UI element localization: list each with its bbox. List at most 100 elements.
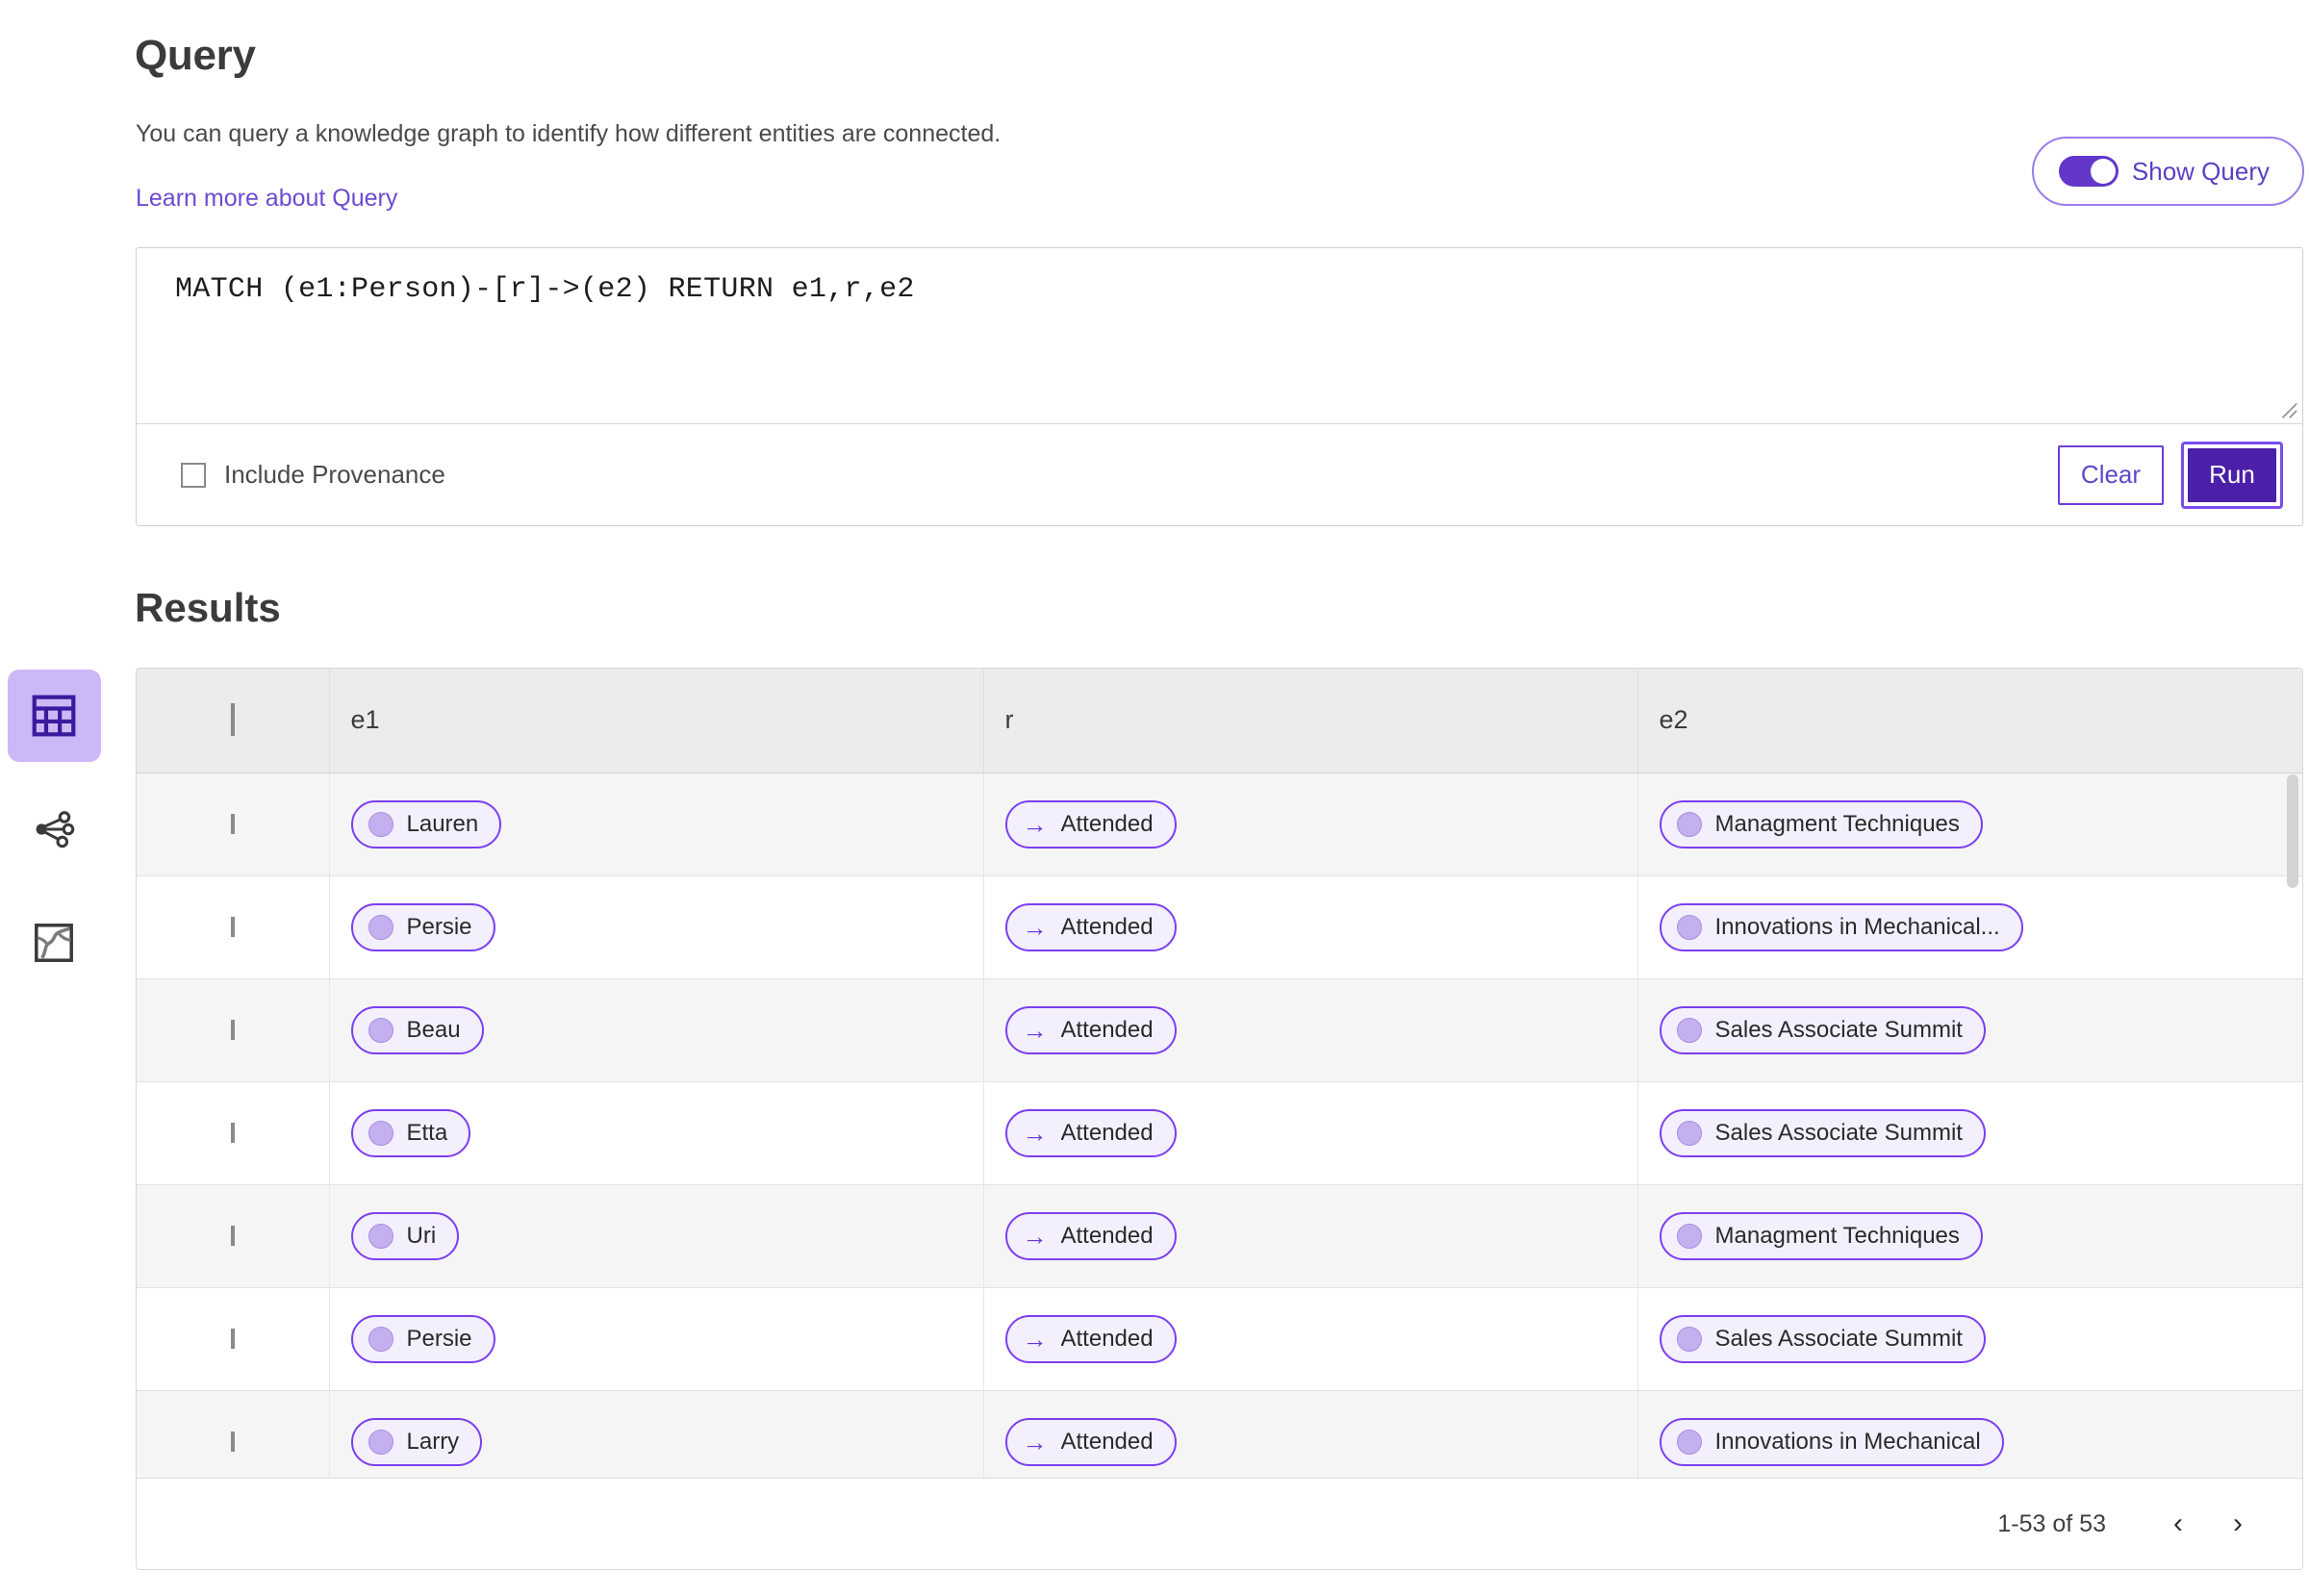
include-provenance-checkbox[interactable]: Include Provenance xyxy=(181,460,445,490)
table-row[interactable]: Uri → Attended Managment Techniques xyxy=(137,1184,2302,1288)
learn-more-link[interactable]: Learn more about Query xyxy=(136,185,397,213)
table-row[interactable]: Beau → Attended Sales Associate Summit xyxy=(137,978,2302,1082)
query-text: MATCH (e1:Person)-[r]->(e2) RETURN e1,r,… xyxy=(175,273,915,306)
graph-network-icon xyxy=(33,809,75,849)
row-select-cell xyxy=(137,875,330,979)
next-page-button[interactable]: › xyxy=(2208,1494,2268,1554)
row-checkbox[interactable] xyxy=(230,1328,235,1349)
entity-dot-icon xyxy=(368,1120,393,1146)
entity-chip[interactable]: Uri xyxy=(350,1211,460,1260)
entity-chip[interactable]: Persie xyxy=(350,902,495,951)
table-row[interactable]: Larry → Attended Innovations in Mechanic… xyxy=(137,1390,2302,1480)
row-checkbox[interactable] xyxy=(230,1431,235,1452)
cell-r: → Attended xyxy=(983,773,1638,876)
entity-chip[interactable]: Managment Techniques xyxy=(1659,1211,1983,1260)
cell-e2: Sales Associate Summit xyxy=(1637,1081,2302,1185)
arrow-right-icon: → xyxy=(1022,1221,1048,1251)
scrollbar-thumb[interactable] xyxy=(2287,774,2298,888)
entity-chip[interactable]: Etta xyxy=(350,1108,471,1157)
entity-label: Persie xyxy=(406,913,472,940)
arrow-right-icon: → xyxy=(1022,1427,1048,1457)
table-row[interactable]: Persie → Attended Sales Associate Summit xyxy=(137,1287,2302,1391)
column-header-e2[interactable]: e2 xyxy=(1637,669,2302,773)
show-query-toggle[interactable]: Show Query xyxy=(2031,137,2304,206)
table-row[interactable]: Lauren → Attended Managment Techniques xyxy=(137,773,2302,876)
cell-e1: Beau xyxy=(329,978,984,1082)
select-all-checkbox[interactable] xyxy=(230,703,235,737)
entity-chip[interactable]: Innovations in Mechanical xyxy=(1659,1417,2004,1466)
row-checkbox[interactable] xyxy=(230,1019,235,1040)
results-title: Results xyxy=(135,585,281,630)
entity-label: Managment Techniques xyxy=(1714,810,1960,837)
entity-chip[interactable]: Beau xyxy=(350,1005,484,1054)
run-button[interactable]: Run xyxy=(2188,447,2276,502)
entity-dot-icon xyxy=(368,1017,393,1043)
table-header-row: e1 r e2 xyxy=(137,669,2302,773)
row-checkbox[interactable] xyxy=(230,916,235,937)
entity-dot-icon xyxy=(368,914,393,940)
query-page: Query You can query a knowledge graph to… xyxy=(0,0,2309,1596)
relation-label: Attended xyxy=(1060,913,1154,940)
relation-chip[interactable]: → Attended xyxy=(1004,1005,1177,1054)
clear-button[interactable]: Clear xyxy=(2058,444,2164,505)
cell-r: → Attended xyxy=(983,1184,1638,1288)
column-header-r[interactable]: r xyxy=(983,669,1638,773)
row-checkbox[interactable] xyxy=(230,1225,235,1246)
cell-e1: Uri xyxy=(329,1184,984,1288)
table-row[interactable]: Etta → Attended Sales Associate Summit xyxy=(137,1081,2302,1185)
cell-e2: Innovations in Mechanical xyxy=(1637,1390,2302,1480)
sidebar-item-table-view[interactable] xyxy=(7,670,101,762)
table-header: e1 r e2 xyxy=(137,669,2302,773)
pagination-bar: 1-53 of 53 ‹ › xyxy=(137,1478,2302,1569)
table-icon xyxy=(32,695,76,737)
column-header-e1[interactable]: e1 xyxy=(329,669,984,773)
entity-chip[interactable]: Sales Associate Summit xyxy=(1659,1314,1986,1363)
relation-chip[interactable]: → Attended xyxy=(1004,1417,1177,1466)
row-checkbox[interactable] xyxy=(230,813,235,834)
entity-label: Etta xyxy=(406,1119,448,1146)
row-select-cell xyxy=(137,1390,330,1480)
table-row[interactable]: Persie → Attended Innovations in Mechani… xyxy=(137,875,2302,979)
results-table-viewport: e1 r e2 Lauren → Attended Managment Tech… xyxy=(137,669,2302,1480)
cell-e1: Persie xyxy=(329,1287,984,1391)
entity-label: Sales Associate Summit xyxy=(1714,1016,1963,1043)
toggle-switch[interactable] xyxy=(2058,156,2119,187)
entity-chip[interactable]: Lauren xyxy=(350,799,502,849)
previous-page-button[interactable]: ‹ xyxy=(2148,1494,2208,1554)
entity-dot-icon xyxy=(1676,1429,1702,1455)
entity-label: Beau xyxy=(406,1016,461,1043)
row-checkbox[interactable] xyxy=(230,1122,235,1143)
entity-chip[interactable]: Sales Associate Summit xyxy=(1659,1108,1986,1157)
relation-chip[interactable]: → Attended xyxy=(1004,902,1177,951)
results-panel: e1 r e2 Lauren → Attended Managment Tech… xyxy=(136,668,2303,1570)
entity-chip[interactable]: Managment Techniques xyxy=(1659,799,1983,849)
cell-r: → Attended xyxy=(983,1287,1638,1391)
entity-label: Managment Techniques xyxy=(1714,1222,1960,1249)
sidebar-item-map-view[interactable] xyxy=(8,897,101,989)
resize-handle-icon[interactable] xyxy=(2277,398,2298,419)
entity-chip[interactable]: Larry xyxy=(350,1417,483,1466)
entity-chip[interactable]: Persie xyxy=(350,1314,495,1363)
relation-chip[interactable]: → Attended xyxy=(1004,1314,1177,1363)
row-select-cell xyxy=(137,1184,330,1288)
cell-e2: Sales Associate Summit xyxy=(1637,1287,2302,1391)
entity-dot-icon xyxy=(1676,811,1702,837)
entity-chip[interactable]: Innovations in Mechanical... xyxy=(1659,902,2023,951)
relation-chip[interactable]: → Attended xyxy=(1004,799,1177,849)
row-select-cell xyxy=(137,1287,330,1391)
arrow-right-icon: → xyxy=(1022,809,1048,839)
sidebar-item-graph-view[interactable] xyxy=(8,783,101,875)
relation-chip[interactable]: → Attended xyxy=(1004,1108,1177,1157)
query-input[interactable]: MATCH (e1:Person)-[r]->(e2) RETURN e1,r,… xyxy=(137,248,2302,424)
cell-e1: Larry xyxy=(329,1390,984,1480)
cell-e2: Managment Techniques xyxy=(1637,773,2302,876)
entity-label: Sales Associate Summit xyxy=(1714,1119,1963,1146)
show-query-label: Show Query xyxy=(2131,156,2270,186)
entity-chip[interactable]: Sales Associate Summit xyxy=(1659,1005,1986,1054)
checkbox-box[interactable] xyxy=(181,462,206,488)
table-scrollbar[interactable] xyxy=(2285,773,2300,1480)
page-title: Query xyxy=(135,32,256,79)
query-editor-panel: MATCH (e1:Person)-[r]->(e2) RETURN e1,r,… xyxy=(136,247,2303,526)
relation-chip[interactable]: → Attended xyxy=(1004,1211,1177,1260)
entity-dot-icon xyxy=(1676,1223,1702,1249)
